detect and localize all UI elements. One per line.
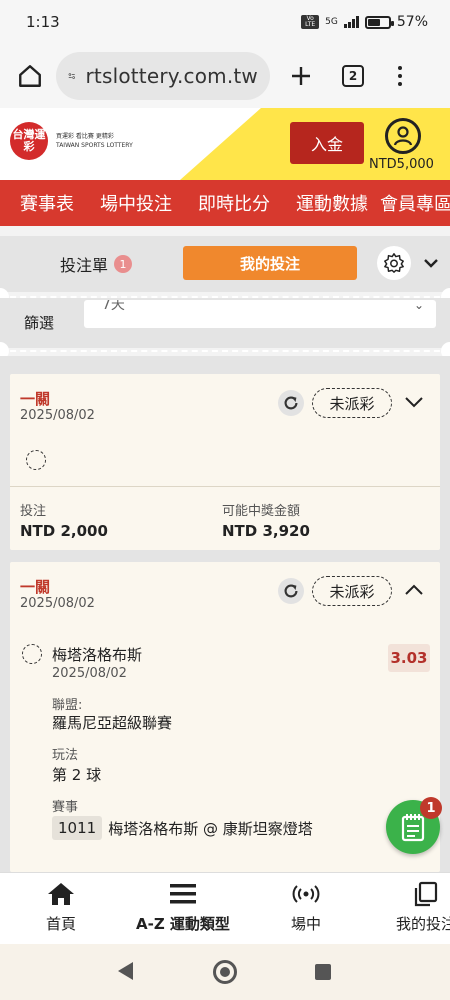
bottom-nav: 首頁 A-Z 運動類型 場中 我的投注 bbox=[0, 872, 450, 944]
potential-win-label: 可能中獎金額 bbox=[222, 504, 301, 519]
gear-icon bbox=[384, 253, 404, 273]
system-nav-bar bbox=[0, 944, 450, 1000]
account-icon[interactable] bbox=[385, 118, 421, 154]
nav-item-schedule[interactable]: 賽事表 bbox=[20, 190, 74, 216]
bet-date: 2025/08/02 bbox=[20, 408, 95, 423]
logo-tagline: 買運彩 看比賽 更精彩 TAIWAN SPORTS LOTTERY bbox=[56, 132, 133, 150]
browser-home-button[interactable] bbox=[14, 60, 46, 92]
chevron-down-icon: ⌄ bbox=[413, 300, 424, 312]
bet-date: 2025/08/02 bbox=[20, 596, 95, 611]
account-balance: NTD5,000 bbox=[369, 157, 434, 172]
nav-item-sports-data[interactable]: 運動數據 bbox=[296, 190, 368, 216]
bet-type: 一關 bbox=[20, 390, 51, 408]
signal-icon bbox=[343, 16, 359, 28]
logo-tagline-cn: 買運彩 看比賽 更精彩 bbox=[56, 133, 114, 140]
stake-value: NTD 2,000 bbox=[20, 522, 108, 540]
bet-card: 一關 2025/08/02 未派彩 投注 NTD 2,000 可能中獎金額 NT… bbox=[10, 374, 440, 550]
odds-badge: 3.03 bbox=[388, 644, 430, 672]
nav-item-live-score[interactable]: 即時比分 bbox=[198, 190, 270, 216]
chevron-down-icon[interactable] bbox=[422, 254, 440, 276]
divider bbox=[10, 486, 440, 487]
chevron-down-icon[interactable] bbox=[404, 394, 424, 413]
nav-item-member[interactable]: 會員專區 bbox=[380, 190, 450, 216]
recent-apps-icon[interactable] bbox=[315, 964, 331, 980]
copy-icon bbox=[414, 881, 438, 907]
status-icons: Vo LTE 5G 57% bbox=[301, 14, 428, 30]
bottom-nav-sports-az[interactable]: A-Z 運動類型 bbox=[136, 881, 230, 934]
bottom-nav-live[interactable]: 場中 bbox=[291, 881, 321, 934]
refresh-button[interactable] bbox=[278, 390, 304, 416]
event-code: 1011 bbox=[52, 816, 103, 840]
refresh-button[interactable] bbox=[278, 578, 304, 604]
back-icon[interactable] bbox=[118, 962, 133, 980]
settings-button[interactable] bbox=[377, 246, 411, 280]
new-tab-button[interactable] bbox=[284, 59, 318, 93]
site-header: 台灣運彩 買運彩 看比賽 更精彩 TAIWAN SPORTS LOTTERY 入… bbox=[0, 108, 450, 180]
bet-status-badge: 未派彩 bbox=[312, 576, 392, 606]
browser-menu-button[interactable] bbox=[398, 66, 402, 86]
potential-win-value: NTD 3,920 bbox=[222, 522, 310, 540]
logo-tagline-en: TAIWAN SPORTS LOTTERY bbox=[56, 142, 133, 149]
url-bar[interactable]: rtslottery.com.tw bbox=[56, 52, 270, 100]
bottom-nav-label: A-Z 運動類型 bbox=[136, 915, 230, 933]
selection-status-icon bbox=[26, 450, 46, 470]
betslip-count-badge: 1 bbox=[114, 255, 133, 273]
hamburger-icon bbox=[169, 884, 196, 904]
network-label: 5G bbox=[325, 17, 338, 27]
bet-card: 一關 2025/08/02 未派彩 梅塔洛格布斯 2025/08/02 3.03… bbox=[10, 562, 440, 872]
refresh-icon bbox=[284, 396, 298, 410]
league-value: 羅馬尼亞超級聯賽 bbox=[52, 714, 173, 732]
deposit-button[interactable]: 入金 bbox=[290, 122, 364, 164]
site-settings-icon bbox=[68, 73, 75, 79]
betslip-header: 投注單 1 我的投注 bbox=[0, 236, 450, 292]
bottom-nav-label: 首頁 bbox=[46, 915, 77, 933]
battery-percent: 57% bbox=[396, 14, 428, 30]
nav-item-live-betting[interactable]: 場中投注 bbox=[100, 190, 172, 216]
tab-my-bets[interactable]: 我的投注 bbox=[183, 246, 357, 280]
selection-name: 梅塔洛格布斯 bbox=[52, 646, 143, 664]
selection-status-icon bbox=[22, 644, 42, 664]
league-label: 聯盟: bbox=[52, 698, 83, 713]
volte-icon: Vo LTE bbox=[301, 15, 320, 29]
market-label: 玩法 bbox=[52, 748, 79, 763]
bet-type: 一關 bbox=[20, 578, 51, 596]
filter-select[interactable]: 7天 ⌄ bbox=[84, 300, 436, 328]
plus-icon bbox=[292, 67, 310, 85]
browser-toolbar: rtslottery.com.tw 2 bbox=[0, 44, 450, 108]
bottom-nav-home[interactable]: 首頁 bbox=[46, 881, 76, 934]
status-bar: 1:13 Vo LTE 5G 57% bbox=[0, 0, 450, 44]
home-circle-icon[interactable] bbox=[213, 960, 237, 984]
home-outline-icon bbox=[19, 65, 41, 87]
stake-label: 投注 bbox=[20, 504, 47, 519]
status-time: 1:13 bbox=[26, 13, 60, 31]
event-name: 梅塔洛格布斯 @ 康斯坦察燈塔 bbox=[108, 819, 313, 838]
bottom-nav-label: 場中 bbox=[291, 915, 322, 933]
tab-betslip-label: 投注單 bbox=[60, 256, 109, 275]
tab-betslip[interactable]: 投注單 1 bbox=[60, 252, 133, 276]
tab-switcher-button[interactable]: 2 bbox=[342, 65, 364, 87]
divider bbox=[0, 350, 450, 352]
notepad-icon bbox=[401, 814, 425, 842]
chevron-up-icon[interactable] bbox=[404, 582, 424, 601]
bet-status-badge: 未派彩 bbox=[312, 388, 392, 418]
battery-icon bbox=[364, 15, 394, 29]
live-broadcast-icon bbox=[292, 885, 320, 903]
site-logo[interactable]: 台灣運彩 買運彩 看比賽 更精彩 TAIWAN SPORTS LOTTERY bbox=[10, 122, 133, 160]
home-icon bbox=[48, 883, 74, 905]
bottom-nav-label: 我的投注 bbox=[396, 915, 450, 933]
refresh-icon bbox=[284, 584, 298, 598]
url-text: rtslottery.com.tw bbox=[85, 64, 258, 88]
filter-label: 篩選 bbox=[24, 314, 55, 332]
filter-row: 篩選 7天 ⌄ bbox=[0, 298, 450, 348]
main-nav: 賽事表 場中投注 即時比分 運動數據 會員專區 bbox=[0, 180, 450, 226]
fab-count-badge: 1 bbox=[420, 797, 442, 819]
event-row: 1011 梅塔洛格布斯 @ 康斯坦察燈塔 bbox=[52, 816, 313, 840]
market-value: 第 2 球 bbox=[52, 766, 102, 784]
bottom-nav-my-bets[interactable]: 我的投注 bbox=[396, 881, 450, 934]
event-label: 賽事 bbox=[52, 800, 79, 815]
logo-badge: 台灣運彩 bbox=[10, 122, 48, 160]
filter-value: 7天 bbox=[102, 300, 125, 313]
selection-date: 2025/08/02 bbox=[52, 666, 127, 681]
